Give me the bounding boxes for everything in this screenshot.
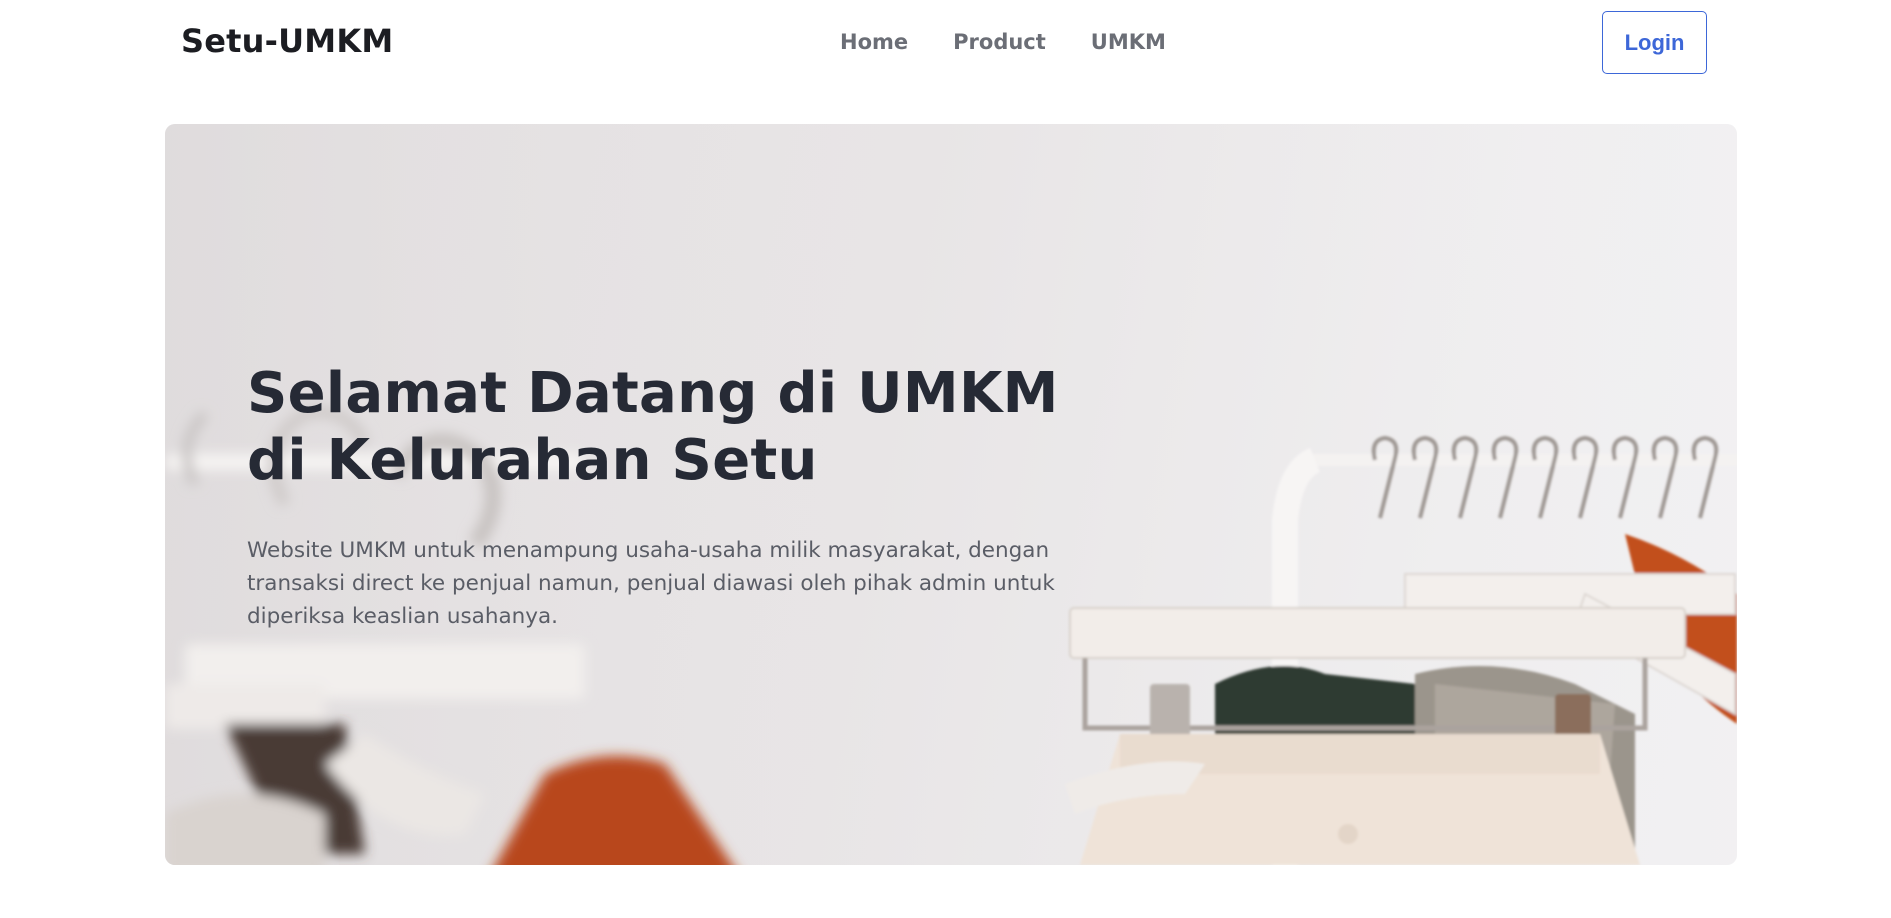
hero-content: Selamat Datang di UMKM di Kelurahan Setu… [247, 360, 1147, 633]
hero-title-line-1: Selamat Datang di UMKM [247, 361, 1059, 426]
hero-title: Selamat Datang di UMKM di Kelurahan Setu [247, 360, 1147, 494]
hero-title-line-2: di Kelurahan Setu [247, 428, 818, 493]
nav-home-link[interactable]: Home [840, 30, 908, 54]
hero-description: Website UMKM untuk menampung usaha-usaha… [247, 538, 1055, 629]
nav-links: Home Product UMKM [840, 30, 1166, 54]
login-button[interactable]: Login [1602, 11, 1707, 74]
navbar: Setu-UMKM Home Product UMKM Login [0, 0, 1891, 88]
nav-umkm-link[interactable]: UMKM [1091, 30, 1166, 54]
nav-product-link[interactable]: Product [953, 30, 1046, 54]
brand-logo[interactable]: Setu-UMKM [181, 22, 393, 60]
hero-banner: Selamat Datang di UMKM di Kelurahan Setu… [165, 124, 1737, 865]
